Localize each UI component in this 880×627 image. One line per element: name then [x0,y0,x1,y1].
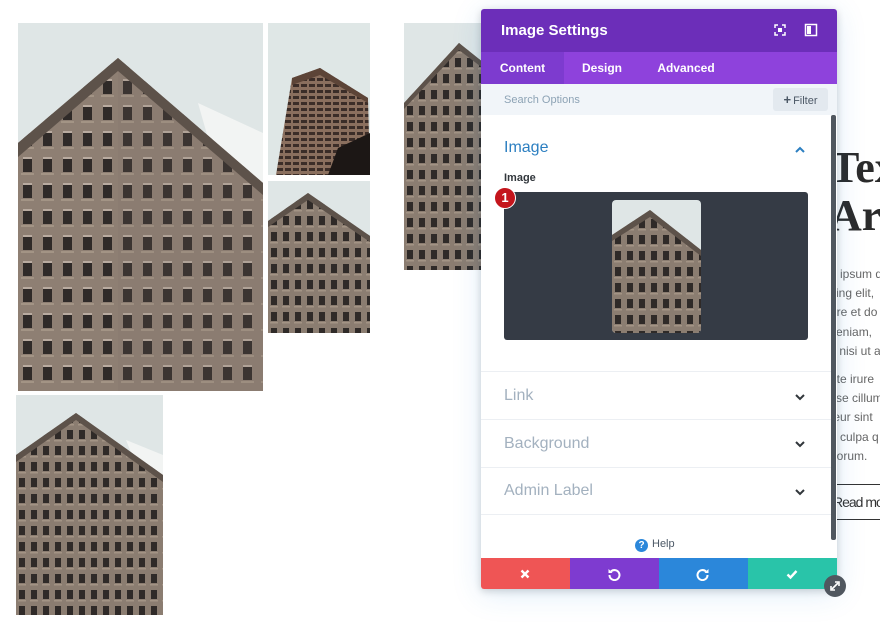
divider [481,371,831,372]
resize-handle[interactable] [824,575,846,597]
chevron-up-icon[interactable] [794,143,806,155]
building-photo [404,23,484,270]
paragraph-line: borum. [830,448,868,463]
body-paragraph: n ipsum d cing elit, ore et do veniam, s… [830,265,880,361]
paragraph-line: ore et do [830,305,878,320]
plus-icon: + [783,92,792,107]
image-upload-field[interactable] [504,192,808,340]
tab-advanced[interactable]: Advanced [640,52,732,84]
paragraph-line: sse cillum [830,391,880,406]
page-heading: Tex [830,143,880,192]
help-label: Help [652,538,675,550]
section-title-admin-label[interactable]: Admin Label [504,482,593,500]
image-field-label: Image [504,172,536,184]
resize-icon [830,581,840,591]
modal-footer [481,558,837,589]
paragraph-line: s nisi ut a [830,343,880,358]
tabs-bar: Content Design Advanced [481,52,837,84]
filter-label: Filter [793,95,818,107]
chevron-down-icon[interactable] [794,437,806,449]
tower-photo [268,23,370,175]
redo-icon [696,569,709,581]
expand-icon[interactable] [773,23,787,37]
section-title-background[interactable]: Background [504,435,589,453]
step-badge: 1 [494,187,516,209]
read-more-button[interactable]: Read mo [830,484,880,520]
divider [481,467,831,468]
undo-button[interactable] [570,558,659,589]
paragraph-line: n culpa q [830,429,879,444]
undo-icon [608,569,621,581]
scrollbar[interactable] [831,115,836,540]
body-paragraph: ute irure sse cillum teur sint n culpa q… [830,370,880,466]
paragraph-line: n ipsum d [830,267,880,281]
image-settings-modal: Image Settings Content Design Advanced +… [481,9,837,589]
search-bar: +Filter [481,84,837,115]
help-icon: ? [635,539,648,552]
close-icon [520,569,530,579]
paragraph-line: veniam, [830,324,873,339]
cancel-button[interactable] [481,558,570,589]
filter-button[interactable]: + Filter [773,88,828,111]
page-heading: Arc [830,191,880,240]
tab-design[interactable]: Design [564,52,640,84]
building-photo [268,181,370,333]
building-photo [16,395,163,615]
building-photo [18,23,263,391]
divider [481,419,831,420]
help-link[interactable]: ? Help [635,538,675,552]
paragraph-line: cing elit, [830,286,875,301]
image-preview [612,200,701,333]
sidebar-icon[interactable] [804,23,818,37]
paragraph-line: teur sint [830,410,873,425]
modal-header: Image Settings [481,9,837,52]
check-icon [786,570,798,580]
modal-title: Image Settings [501,22,608,39]
redo-button[interactable] [659,558,748,589]
chevron-down-icon[interactable] [794,485,806,497]
section-title-image[interactable]: Image [504,139,548,157]
tab-content[interactable]: Content [481,52,564,84]
modal-body: Image Image 1 Link Background Admin Labe… [481,115,837,558]
paragraph-line: ute irure [830,372,875,386]
divider [481,514,831,515]
chevron-down-icon[interactable] [794,390,806,402]
search-input[interactable] [491,87,741,112]
section-title-link[interactable]: Link [504,387,533,405]
